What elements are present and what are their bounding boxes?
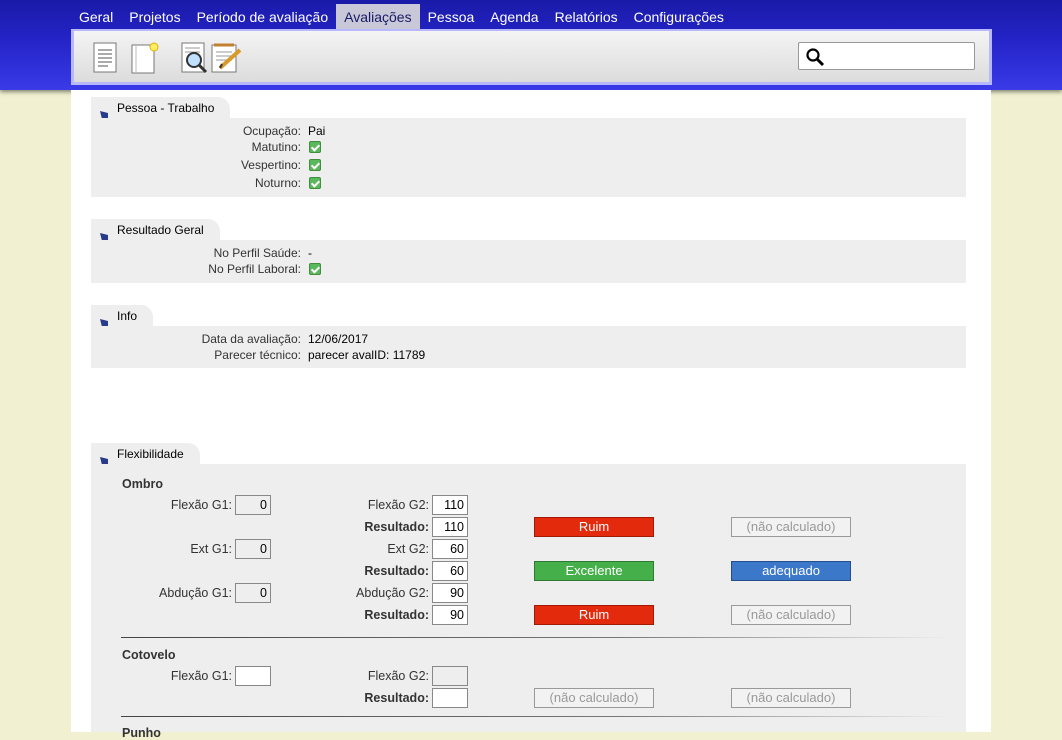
label-matutino: Matutino: [251,140,301,154]
value-parecer-tecnico: parecer avalID: 11789 [308,348,426,362]
section-tab-info[interactable]: Info [91,305,154,327]
label-ocupacao: Ocupação: [242,124,301,138]
label-resultado: Resultado: [364,608,429,622]
label-vespertino: Vespertino: [240,158,301,172]
label-abducao-g2: Abdução G2: [356,586,429,600]
field-ext-g1[interactable]: 0 [235,539,271,559]
search-icon [805,47,825,70]
section-tab-trabalho[interactable]: Pessoa - Trabalho [91,97,231,119]
subsection-title-cotovelo: Cotovelo [122,648,176,662]
subsection-title-ombro: Ombro [122,477,163,491]
new-document-icon[interactable] [130,42,162,76]
check-icon [309,263,321,275]
check-icon [309,159,321,171]
badge-status-adequado: adequado [731,561,851,581]
label-abducao-g1: Abdução G1: [159,586,232,600]
label-ext-g1: Ext G1: [190,542,232,556]
section-body-info: Data da avaliação: 12/06/2017 Parecer té… [91,326,966,368]
nav-configuracoes[interactable]: Configurações [626,4,732,30]
label-flexao-g1: Flexão G1: [170,669,232,683]
label-resultado: Resultado: [364,691,429,705]
field-cotovelo-flexao-g2[interactable] [432,666,468,686]
badge-classificacao-ruim: Ruim [534,605,654,625]
app-header: Geral Projetos Período de avaliação Aval… [0,0,1062,90]
check-icon [309,141,321,153]
value-perfil-saude: - [308,246,312,260]
section-title: Flexibilidade [117,447,184,461]
search-input[interactable] [829,46,969,66]
subsection-title-punho: Punho [122,726,161,740]
badge-classificacao-excelente: Excelente [534,561,654,581]
nav-pessoa[interactable]: Pessoa [420,4,483,30]
nav-agenda[interactable]: Agenda [482,4,546,30]
section-body-trabalho: Ocupação: Pai Matutino: Vespertino: Notu… [91,118,966,197]
badge-classificacao-ruim: Ruim [534,517,654,537]
field-resultado-ext[interactable]: 60 [432,561,468,581]
label-perfil-laboral: No Perfil Laboral: [208,262,301,276]
field-resultado-abducao[interactable]: 90 [432,605,468,625]
field-cotovelo-resultado[interactable] [432,688,468,708]
label-noturno: Noturno: [254,176,301,190]
label-data-avaliacao: Data da avaliação: [201,332,301,346]
nav-relatorios[interactable]: Relatórios [547,4,626,30]
field-abducao-g2[interactable]: 90 [432,583,468,603]
field-resultado-flexao[interactable]: 110 [432,517,468,537]
main-nav: Geral Projetos Período de avaliação Aval… [71,4,732,30]
section-title: Pessoa - Trabalho [117,101,215,115]
field-ext-g2[interactable]: 60 [432,539,468,559]
value-data-avaliacao: 12/06/2017 [308,332,369,346]
search-document-icon[interactable] [180,42,212,76]
section-title: Resultado Geral [117,223,204,237]
nav-projetos[interactable]: Projetos [121,4,188,30]
field-flexao-g2[interactable]: 110 [432,495,468,515]
divider [121,637,951,638]
nav-avaliacoes[interactable]: Avaliações [336,4,420,30]
field-abducao-g1[interactable]: 0 [235,583,271,603]
section-body-resultado: No Perfil Saúde: - No Perfil Laboral: [91,240,966,283]
value-ocupacao: Pai [308,124,326,138]
check-icon [309,177,321,189]
content-panel: Pessoa - Trabalho Ocupação: Pai Matutino… [71,90,991,740]
label-flexao-g2: Flexão G2: [367,498,429,512]
section-title: Info [117,309,138,323]
divider [121,716,951,717]
label-ext-g2: Ext G2: [387,542,429,556]
label-parecer-tecnico: Parecer técnico: [214,348,301,362]
nav-periodo-avaliacao[interactable]: Período de avaliação [189,4,337,30]
label-flexao-g1: Flexão G1: [170,498,232,512]
field-flexao-g1[interactable]: 0 [235,495,271,515]
label-perfil-saude: No Perfil Saúde: [213,246,301,260]
badge-classificacao-nao-calculado: (não calculado) [534,688,654,708]
label-resultado: Resultado: [364,520,429,534]
section-tab-resultado[interactable]: Resultado Geral [91,219,220,241]
label-resultado: Resultado: [364,564,429,578]
section-tab-flexibilidade[interactable]: Flexibilidade [91,443,200,465]
section-body-flexibilidade: Ombro Flexão G1: 0 Flexão G2: 110 Result… [91,464,966,740]
field-cotovelo-flexao-g1[interactable] [235,666,271,686]
toolbar [71,29,992,85]
badge-status-nao-calculado: (não calculado) [731,517,851,537]
nav-geral[interactable]: Geral [71,4,121,30]
document-list-icon[interactable] [92,42,124,76]
search-box [798,42,975,70]
badge-status-nao-calculado: (não calculado) [731,688,851,708]
badge-status-nao-calculado: (não calculado) [731,605,851,625]
label-flexao-g2: Flexão G2: [367,669,429,683]
edit-notepad-icon[interactable] [210,42,242,76]
